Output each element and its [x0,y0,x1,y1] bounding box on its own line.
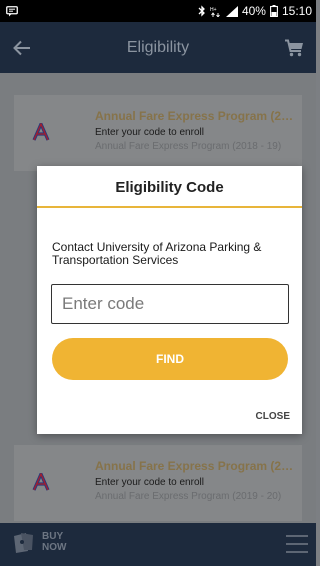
arrow-left-icon [13,40,30,56]
find-button[interactable]: FIND [52,338,288,380]
code-input[interactable] [51,284,289,324]
buy-now-button[interactable]: BUY NOW [12,530,72,554]
card-subtitle: Enter your code to enroll [95,127,204,138]
cart-button[interactable] [282,36,306,60]
card-meta: Annual Fare Express Program (2018 - 19) [95,141,282,152]
battery-icon [270,5,278,17]
dialog-title: Eligibility Code [115,179,224,196]
program-card[interactable]: Annual Fare Express Program (2019 - 20) … [14,445,302,521]
data-icon: H+ [210,5,222,17]
card-meta: Annual Fare Express Program (2019 - 20) [95,491,282,502]
svg-text:H+: H+ [210,7,217,13]
clock: 15:10 [281,4,312,18]
dialog-divider [37,206,302,208]
eligibility-code-dialog: Eligibility Code Contact University of A… [37,166,302,434]
app-header: Eligibility [0,22,316,73]
close-button[interactable]: CLOSE [256,411,290,422]
bluetooth-icon [198,5,206,17]
status-bar: H+ 40% 15:10 [0,0,316,22]
buy-now-label: BUY NOW [42,531,67,553]
university-logo-icon [32,120,50,141]
page-title: Eligibility [126,38,190,56]
tickets-icon [14,533,33,553]
card-title: Annual Fare Express Program (2018 - 19) [95,109,299,123]
dialog-message: Contact University of Arizona Parking & … [52,240,262,267]
program-card[interactable]: Annual Fare Express Program (2018 - 19) … [14,95,302,171]
chat-icon [6,5,18,17]
hamburger-menu-icon[interactable] [286,535,308,553]
back-button[interactable] [10,36,34,60]
signal-icon [225,5,238,17]
battery-percent: 40% [241,4,266,18]
card-subtitle: Enter your code to enroll [95,477,204,488]
card-title: Annual Fare Express Program (2019 - 20) [95,459,299,473]
university-logo-icon [32,470,50,491]
bottom-bar: BUY NOW [0,523,316,566]
cart-icon [285,39,303,57]
